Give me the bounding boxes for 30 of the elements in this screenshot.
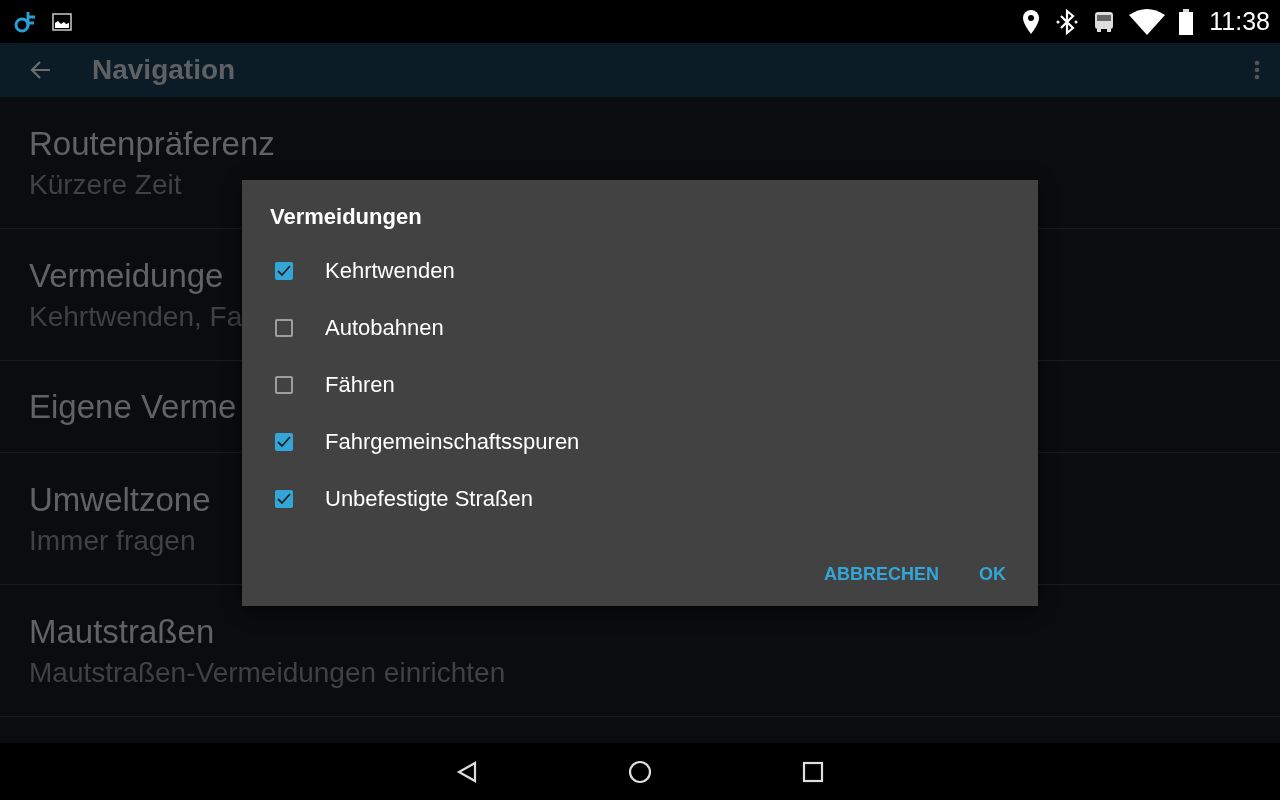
location-pin-icon [1021, 8, 1042, 35]
wifi-icon [1129, 8, 1166, 35]
dialog-title: Vermeidungen [270, 204, 422, 230]
option-label[interactable]: Fähren [325, 371, 395, 398]
setting-title[interactable]: Vermeidunge [29, 256, 224, 295]
setting-title[interactable]: Routenpräferenz [29, 124, 275, 163]
cancel-button[interactable]: ABBRECHEN [812, 555, 951, 593]
option-label[interactable]: Autobahnen [325, 314, 444, 341]
setting-title[interactable]: Umweltzone [29, 480, 211, 519]
bus-icon [1093, 9, 1116, 34]
setting-title[interactable]: Mautstraßen [29, 612, 215, 651]
ok-button[interactable]: OK [967, 555, 1018, 593]
option-label[interactable]: Kehrtwenden [325, 257, 455, 284]
home-nav-button[interactable] [628, 759, 652, 784]
checkbox[interactable] [275, 318, 293, 337]
checkbox[interactable] [275, 489, 293, 508]
bluetooth-icon [1055, 7, 1080, 36]
battery-icon [1179, 8, 1194, 35]
option-label[interactable]: Unbefestigte Straßen [325, 485, 533, 512]
checkbox[interactable] [275, 432, 293, 451]
app-bar-title: Navigation [92, 54, 236, 86]
back-nav-button[interactable] [456, 759, 478, 784]
checkbox[interactable] [275, 375, 293, 394]
back-button[interactable] [30, 60, 52, 80]
clock-time: 11:38 [1209, 7, 1270, 36]
recents-nav-button[interactable] [802, 760, 824, 783]
checkbox[interactable] [275, 261, 293, 280]
option-label[interactable]: Fahrgemeinschaftsspuren [325, 428, 580, 455]
image-icon[interactable] [52, 12, 72, 31]
setting-title[interactable]: Eigene Verme [29, 387, 237, 426]
